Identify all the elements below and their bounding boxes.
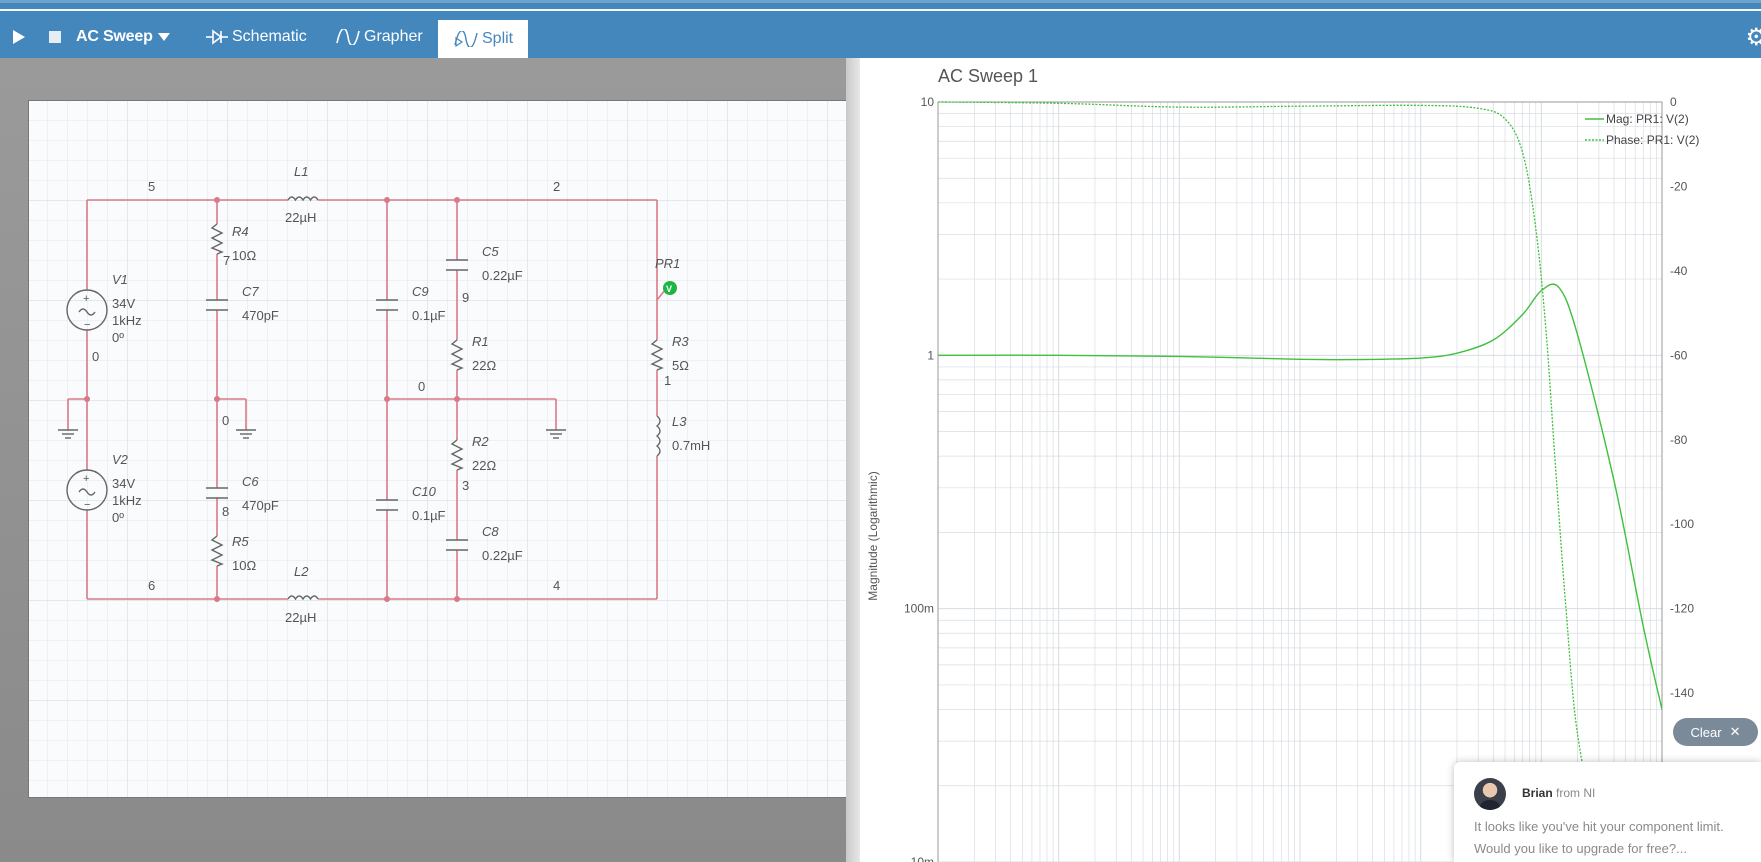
tab-schematic[interactable]: Schematic <box>190 19 316 55</box>
caret-down-icon <box>158 33 170 41</box>
y-tick-label: 1 <box>927 348 934 362</box>
y-axis-label: Magnitude (Logarithmic) <box>866 471 880 600</box>
chart-grid <box>937 102 1662 862</box>
toolbar: AC Sweep Schematic Grapher Split ⚙ <box>0 0 1761 58</box>
y2-tick-label: -40 <box>1670 264 1688 278</box>
clear-label: Clear <box>1690 724 1722 740</box>
tab-split-label: Split <box>482 30 514 47</box>
y2-tick-label: -140 <box>1670 686 1694 700</box>
schematic-canvas[interactable] <box>28 100 846 798</box>
y2-tick-label: -20 <box>1670 179 1688 193</box>
simulation-dropdown[interactable] <box>158 19 170 55</box>
y-tick-label: 10m <box>911 855 934 862</box>
simulation-name[interactable]: AC Sweep <box>76 19 153 55</box>
chart-legend: Mag: PR1: V(2) Phase: PR1: V(2) <box>1585 112 1699 147</box>
tab-grapher-label: Grapher <box>364 28 423 45</box>
toolbar-top-line <box>0 9 1761 11</box>
clear-button[interactable]: Clear ✕ <box>1673 718 1758 746</box>
run-button[interactable] <box>8 19 30 55</box>
split-divider[interactable] <box>846 58 860 862</box>
legend-mag: Mag: PR1: V(2) <box>1606 112 1689 126</box>
split-icon <box>454 31 478 47</box>
chart-title: AC Sweep 1 <box>938 66 1038 86</box>
tab-grapher[interactable]: Grapher <box>322 19 434 55</box>
y-tick-label: 10 <box>921 95 935 109</box>
grapher-panel: 10 1 100m 10m 0 -20 -40 -60 -80 -100 -120 -140 AC S… <box>860 58 1761 862</box>
stop-button[interactable] <box>46 19 64 55</box>
app-root: AC Sweep Schematic Grapher Split ⚙ + − +… <box>0 0 1761 862</box>
y2-tick-label: -60 <box>1670 348 1688 362</box>
settings-button[interactable]: ⚙ <box>1745 23 1761 52</box>
chat-popup[interactable]: Brian from NI It looks like you've hit y… <box>1454 762 1761 862</box>
grapher-icon <box>336 29 360 45</box>
chat-agent-from: from NI <box>1556 786 1596 800</box>
chat-agent-name: Brian <box>1522 786 1553 800</box>
chat-agent: Brian from NI <box>1522 786 1595 800</box>
stop-icon <box>49 31 61 43</box>
y2-tick-label: 0 <box>1670 95 1677 109</box>
tab-schematic-label: Schematic <box>232 28 307 45</box>
y2-tick-label: -100 <box>1670 517 1694 531</box>
y2-tick-label: -80 <box>1670 433 1688 447</box>
legend-phase: Phase: PR1: V(2) <box>1606 133 1699 147</box>
tab-split[interactable]: Split <box>438 20 528 58</box>
avatar <box>1474 778 1506 810</box>
schematic-icon <box>206 29 228 45</box>
y-tick-label: 100m <box>904 602 934 616</box>
close-icon: ✕ <box>1729 724 1741 739</box>
play-icon <box>13 30 25 44</box>
ac-sweep-chart[interactable]: 10 1 100m 10m 0 -20 -40 -60 -80 -100 -120 -140 AC S… <box>860 58 1761 862</box>
chat-message: It looks like you've hit your component … <box>1474 819 1724 856</box>
y2-tick-label: -120 <box>1670 602 1694 616</box>
gear-icon: ⚙ <box>1745 24 1761 51</box>
